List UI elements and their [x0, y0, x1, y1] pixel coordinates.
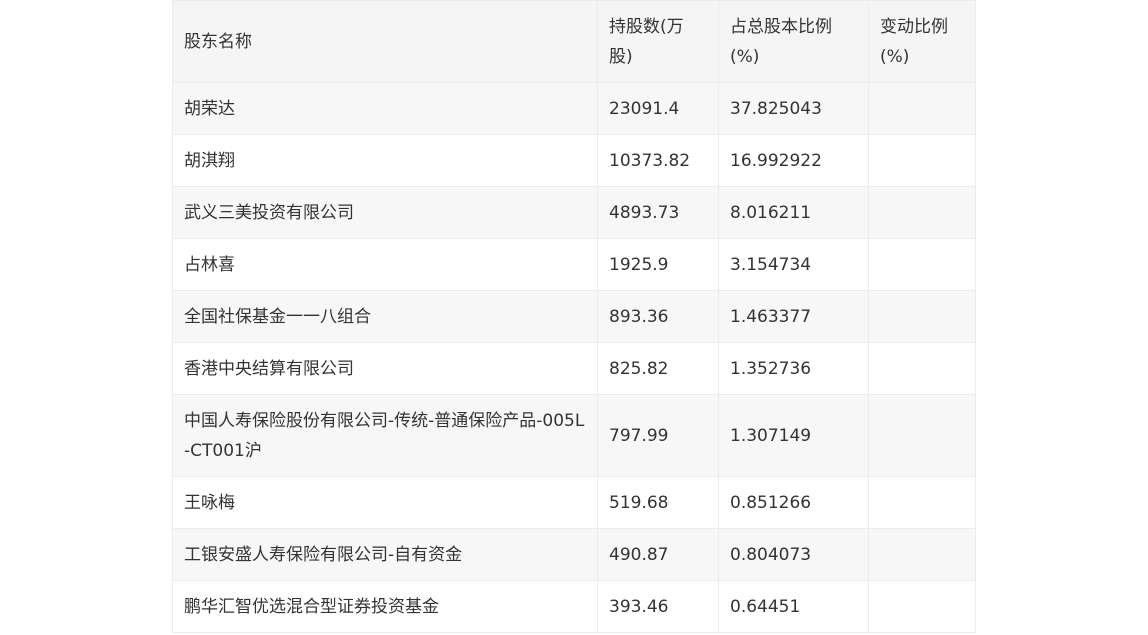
cell-change-ratio [868, 82, 976, 135]
cell-share-ratio: 0.851266 [718, 476, 869, 529]
cell-shares-held: 10373.82 [597, 134, 719, 187]
cell-shares-held: 490.87 [597, 528, 719, 581]
cell-shares-held: 893.36 [597, 290, 719, 343]
cell-shareholder-name: 王咏梅 [172, 476, 598, 529]
cell-change-ratio [868, 134, 976, 187]
cell-shareholder-name: 胡荣达 [172, 82, 598, 135]
cell-shares-held: 393.46 [597, 580, 719, 633]
cell-change-ratio [868, 394, 976, 477]
cell-share-ratio: 16.992922 [718, 134, 869, 187]
table-row: 工银安盛人寿保险有限公司-自有资金 490.87 0.804073 [172, 528, 976, 581]
table-row: 鹏华汇智优选混合型证券投资基金 393.46 0.64451 [172, 580, 976, 633]
cell-change-ratio [868, 290, 976, 343]
cell-share-ratio: 0.804073 [718, 528, 869, 581]
table-row: 中国人寿保险股份有限公司-传统-普通保险产品-005L-CT001沪 797.9… [172, 394, 976, 477]
cell-share-ratio: 1.463377 [718, 290, 869, 343]
table-row: 胡荣达 23091.4 37.825043 [172, 82, 976, 135]
cell-change-ratio [868, 186, 976, 239]
cell-change-ratio [868, 580, 976, 633]
cell-shares-held: 825.82 [597, 342, 719, 395]
cell-shareholder-name: 全国社保基金一一八组合 [172, 290, 598, 343]
cell-share-ratio: 3.154734 [718, 238, 869, 291]
cell-shares-held: 23091.4 [597, 82, 719, 135]
cell-change-ratio [868, 342, 976, 395]
cell-change-ratio [868, 238, 976, 291]
shareholder-table-container: 股东名称 持股数(万股) 占总股本比例(%) 变动比例(%) 胡荣达 23091… [172, 0, 976, 633]
table-row: 王咏梅 519.68 0.851266 [172, 476, 976, 529]
cell-share-ratio: 1.352736 [718, 342, 869, 395]
cell-shareholder-name: 中国人寿保险股份有限公司-传统-普通保险产品-005L-CT001沪 [172, 394, 598, 477]
cell-shareholder-name: 胡淇翔 [172, 134, 598, 187]
cell-share-ratio: 37.825043 [718, 82, 869, 135]
cell-shares-held: 797.99 [597, 394, 719, 477]
header-shareholder-name: 股东名称 [172, 0, 598, 83]
table-header-row: 股东名称 持股数(万股) 占总股本比例(%) 变动比例(%) [172, 0, 976, 83]
table-row: 占林喜 1925.9 3.154734 [172, 238, 976, 291]
table-row: 香港中央结算有限公司 825.82 1.352736 [172, 342, 976, 395]
cell-shareholder-name: 工银安盛人寿保险有限公司-自有资金 [172, 528, 598, 581]
cell-shares-held: 1925.9 [597, 238, 719, 291]
header-shares-held: 持股数(万股) [597, 0, 719, 83]
cell-change-ratio [868, 476, 976, 529]
cell-shareholder-name: 占林喜 [172, 238, 598, 291]
table-row: 全国社保基金一一八组合 893.36 1.463377 [172, 290, 976, 343]
cell-shares-held: 4893.73 [597, 186, 719, 239]
cell-change-ratio [868, 528, 976, 581]
cell-shares-held: 519.68 [597, 476, 719, 529]
table-row: 武义三美投资有限公司 4893.73 8.016211 [172, 186, 976, 239]
cell-share-ratio: 8.016211 [718, 186, 869, 239]
shareholder-table: 股东名称 持股数(万股) 占总股本比例(%) 变动比例(%) 胡荣达 23091… [172, 0, 976, 633]
header-change-ratio: 变动比例(%) [868, 0, 976, 83]
table-row: 胡淇翔 10373.82 16.992922 [172, 134, 976, 187]
cell-share-ratio: 0.64451 [718, 580, 869, 633]
cell-shareholder-name: 香港中央结算有限公司 [172, 342, 598, 395]
cell-share-ratio: 1.307149 [718, 394, 869, 477]
cell-shareholder-name: 鹏华汇智优选混合型证券投资基金 [172, 580, 598, 633]
header-share-ratio: 占总股本比例(%) [718, 0, 869, 83]
cell-shareholder-name: 武义三美投资有限公司 [172, 186, 598, 239]
